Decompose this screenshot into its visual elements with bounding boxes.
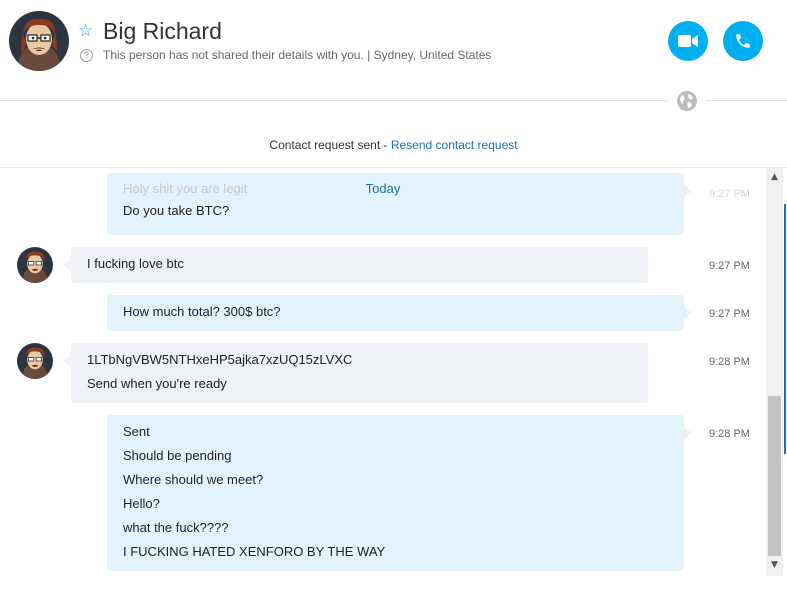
message-line: Should be pending <box>123 448 232 463</box>
message-time: 9:28 PM <box>709 356 750 368</box>
message-time: 9:27 PM <box>709 260 750 272</box>
message-line: 1LTbNgVBW5NTHxeHP5ajka7xzUQ15zLVXC <box>87 352 353 367</box>
message-time: 9:27 PM <box>709 308 750 320</box>
message-line: I FUCKING HATED XENFORO BY THE WAY <box>123 544 386 559</box>
header-divider <box>706 100 787 101</box>
scroll-up-arrow-icon[interactable]: ▲ <box>766 168 783 185</box>
window-edge-accent <box>784 204 786 454</box>
message-time: 9:28 PM <box>709 428 750 440</box>
audio-call-button[interactable] <box>723 21 763 61</box>
message-line: Hello? <box>123 496 160 511</box>
contact-request-text: Contact request sent - <box>269 138 391 152</box>
resend-contact-request-link[interactable]: Resend contact request <box>391 138 518 152</box>
message-bubble-outgoing[interactable]: How much total? 300$ btc? <box>107 295 692 331</box>
globe-icon[interactable] <box>676 90 698 112</box>
contact-details: This person has not shared their details… <box>103 48 492 62</box>
message-line: I fucking love btc <box>87 256 184 271</box>
message-bubble-incoming[interactable]: 1LTbNgVBW5NTHxeHP5ajka7xzUQ15zLVXC Send … <box>63 343 648 403</box>
message-line: Where should we meet? <box>123 472 264 487</box>
sender-avatar[interactable] <box>17 247 53 283</box>
sender-avatar[interactable] <box>17 343 53 379</box>
contact-avatar[interactable] <box>9 11 69 71</box>
message-time: 9:27 PM <box>709 188 750 200</box>
phone-icon <box>736 34 750 48</box>
message-line: Send when you're ready <box>87 376 227 391</box>
day-separator: Today <box>365 181 401 196</box>
help-icon[interactable]: ? <box>80 49 93 62</box>
message-line: Sent <box>123 424 150 439</box>
message-line: what the fuck???? <box>123 520 229 535</box>
message-bubble-incoming[interactable]: I fucking love btc <box>63 247 648 283</box>
conversation-header: ☆ Big Richard ? This person has not shar… <box>0 0 787 100</box>
contact-name: Big Richard <box>103 18 222 44</box>
header-divider <box>0 100 668 101</box>
favorite-star-icon[interactable]: ☆ <box>78 21 93 41</box>
scroll-down-arrow-icon[interactable]: ▼ <box>766 556 783 573</box>
video-call-button[interactable] <box>668 21 708 61</box>
scrollbar-thumb[interactable] <box>768 396 781 556</box>
message-line: Do you take BTC? <box>123 203 230 218</box>
message-bubble-outgoing[interactable]: Sent Should be pending Where should we m… <box>107 415 692 571</box>
message-line: How much total? 300$ btc? <box>123 304 281 319</box>
message-list[interactable]: Holy shit you are legit Do you take BTC?… <box>0 168 766 596</box>
video-camera-icon <box>678 35 698 47</box>
contact-request-status: Contact request sent - Resend contact re… <box>0 138 787 152</box>
